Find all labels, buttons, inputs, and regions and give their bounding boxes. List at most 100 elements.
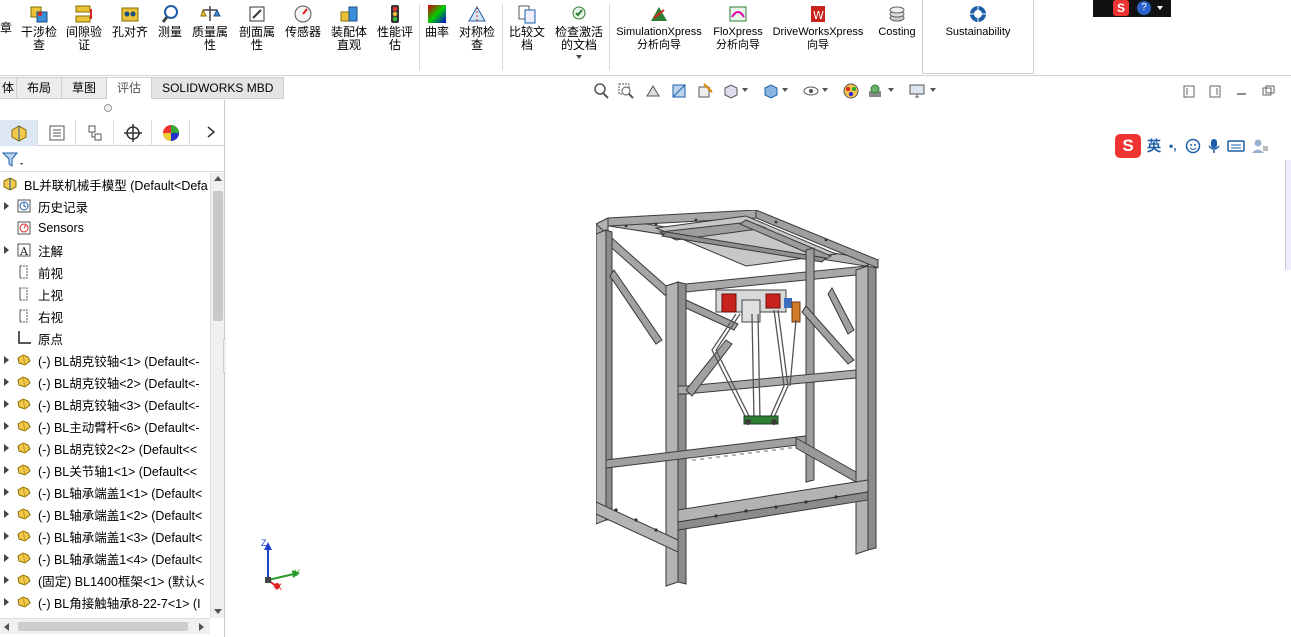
help-icon[interactable]: ? [1137,1,1151,15]
expand-arrow-icon[interactable] [4,576,9,584]
configurationmanager-tab[interactable] [76,120,114,146]
tab-solidworks-mbd[interactable]: SOLIDWORKS MBD [152,77,285,99]
measure-button[interactable]: 测量 [154,4,186,66]
expand-arrow-icon[interactable] [4,466,9,474]
driveworksxpress-button[interactable]: W DriveWorksXpress 向导 [770,4,866,66]
dimxpertmanager-tab[interactable] [114,120,152,146]
tree-item[interactable]: (-) BL角接触轴承8-22-7<1> (I [0,591,210,613]
expand-arrow-icon[interactable] [4,598,9,606]
tree-hscroll-thumb[interactable] [18,622,188,631]
scroll-up-icon[interactable] [214,176,222,181]
edit-appearance-icon[interactable] [842,82,860,100]
tree-item[interactable]: (-) BL主动臂杆<6> (Default<- [0,415,210,437]
user-icon[interactable] [1251,138,1269,154]
ime-punctuation-toggle[interactable]: •, [1169,139,1177,153]
previous-view-icon[interactable] [644,82,662,100]
tree-item[interactable]: 上视 [0,283,210,305]
zoom-to-area-icon[interactable] [617,82,635,100]
apply-scene-caret-icon[interactable] [888,88,894,92]
expand-arrow-icon[interactable] [4,444,9,452]
view-settings-icon[interactable] [908,82,926,100]
floxpress-button[interactable]: FloXpress 分析向导 [708,4,768,66]
sensor-button[interactable]: 传感器 [282,4,324,66]
tree-vertical-scrollbar[interactable] [210,173,224,618]
more-tabs-chevron-icon[interactable] [206,126,216,138]
tree-horizontal-scrollbar[interactable] [0,618,210,634]
expand-arrow-icon[interactable] [4,510,9,518]
emoji-icon[interactable] [1185,138,1201,154]
view-orientation-icon[interactable] [722,82,740,100]
tree-item[interactable]: 原点 [0,327,210,349]
expand-arrow-icon[interactable] [4,488,9,496]
section-properties-button[interactable]: 剖面属 性 [235,4,279,66]
performance-evaluation-button[interactable]: 性能评 估 [373,4,417,66]
robot-frame-model[interactable] [596,210,886,590]
ime-language-toggle[interactable]: 英 [1147,136,1161,156]
tree-item[interactable]: (固定) BL1400框架<1> (默认< [0,569,210,591]
scroll-down-icon[interactable] [214,609,222,614]
featuremanager-tab[interactable] [0,120,38,146]
expand-arrow-icon[interactable] [4,400,9,408]
propertymanager-tab[interactable] [38,120,76,146]
task-pane-edge[interactable] [1285,160,1291,270]
tree-item[interactable]: (-) BL关节轴1<1> (Default<< [0,459,210,481]
expand-arrow-icon[interactable] [4,554,9,562]
simulationxpress-button[interactable]: SimulationXpress 分析向导 [612,4,706,66]
tree-item[interactable]: (-) BL胡克铰轴<1> (Default<- [0,349,210,371]
expand-arrow-icon[interactable] [4,532,9,540]
assembly-visualization-button[interactable]: 装配体 直观 [327,4,371,66]
display-style-icon[interactable] [762,82,780,100]
expand-arrow-icon[interactable] [4,356,9,364]
expand-arrow-icon[interactable] [4,422,9,430]
tab-layout[interactable]: 布局 [17,77,63,99]
tree-item[interactable]: (-) BL胡克铰轴<3> (Default<- [0,393,210,415]
tree-item[interactable]: (-) BL胡克铰轴<2> (Default<- [0,371,210,393]
curvature-button[interactable]: 曲率 [422,4,452,66]
tree-item[interactable]: (-) BL轴承端盖1<1> (Default< [0,481,210,503]
ime-logo-icon[interactable]: S [1113,0,1129,16]
display-style-caret-icon[interactable] [782,88,788,92]
apply-scene-icon[interactable] [866,82,884,100]
symmetry-check-button[interactable]: 对称检 查 [455,4,499,66]
view-settings-caret-icon[interactable] [930,88,936,92]
sogou-logo-icon[interactable]: S [1115,134,1141,158]
tree-item[interactable]: (-) BL轴承端盖1<3> (Default< [0,525,210,547]
tree-item[interactable]: (-) BL轴承端盖1<4> (Default< [0,547,210,569]
graphics-area[interactable]: Z Y X [226,100,1291,637]
tree-item[interactable]: 右视 [0,305,210,327]
clearance-verify-button[interactable]: 间隙验 证 [63,4,105,66]
tree-scroll-thumb[interactable] [213,191,223,321]
sustainability-button[interactable]: Sustainability [930,4,1026,66]
displaymanager-tab[interactable] [152,120,190,146]
dropdown-caret-icon[interactable] [576,55,582,59]
interference-check-button[interactable]: 干涉检 查 [18,4,60,66]
hide-show-items-icon[interactable] [802,82,820,100]
tree-item[interactable]: 历史记录 [0,195,210,217]
expand-arrow-icon[interactable] [4,378,9,386]
costing-button[interactable]: Costing [872,4,922,66]
section-view-icon[interactable] [670,82,688,100]
expand-arrow-icon[interactable] [4,246,9,254]
check-active-document-button[interactable]: 检查激活 的文档 [551,4,607,66]
zoom-to-fit-icon[interactable] [592,82,610,100]
panel-collapse-grip[interactable] [104,104,112,112]
scroll-right-icon[interactable] [199,623,204,631]
microphone-icon[interactable] [1207,138,1221,154]
tree-item[interactable]: 前视 [0,261,210,283]
keyboard-icon[interactable] [1226,139,1245,153]
tree-item[interactable]: (-) BL轴承端盖1<2> (Default< [0,503,210,525]
hole-align-button[interactable]: 孔对齐 [109,4,151,66]
hide-show-caret-icon[interactable] [822,88,828,92]
tree-item[interactable]: (-) BL胡克铰2<2> (Default<< [0,437,210,459]
help-caret-icon[interactable] [1157,6,1163,10]
tree-item[interactable]: Sensors [0,217,210,239]
tab-sketch[interactable]: 草图 [62,77,108,99]
mass-properties-button[interactable]: 质量属 性 [188,4,232,66]
tab-body[interactable]: 体 [0,77,18,99]
tree-item[interactable]: A 注解 [0,239,210,261]
filter-icon[interactable] [1,151,26,172]
tree-root-assembly[interactable]: BL并联机械手模型 (Default<Defa [0,173,210,195]
compare-documents-button[interactable]: 比较文 档 [505,4,549,66]
tab-evaluate[interactable]: 评估 [107,77,153,99]
view-orientation-caret-icon[interactable] [742,88,748,92]
